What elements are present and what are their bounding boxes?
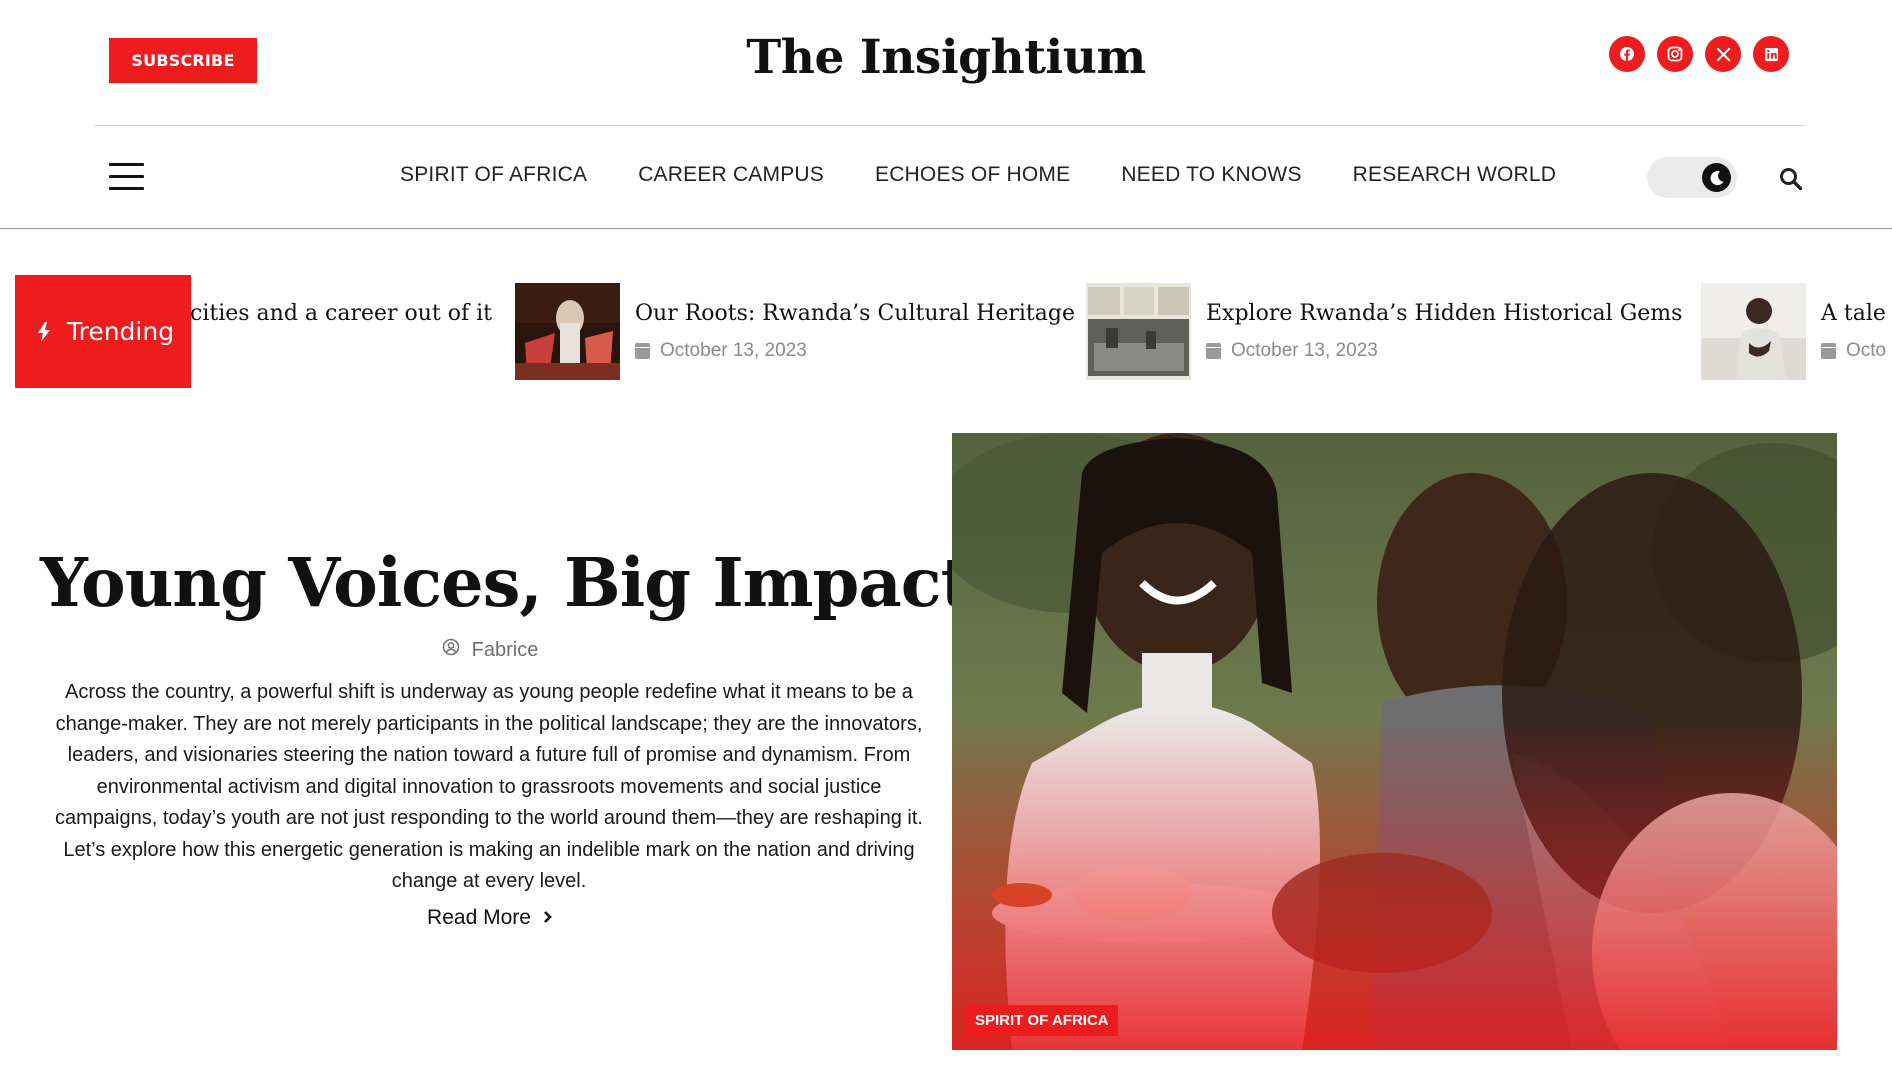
ticker-item-title[interactable]: cities and a career out of it (190, 301, 492, 326)
author-meta[interactable]: Fabrice (40, 638, 940, 662)
ticker-thumbnail[interactable] (1086, 283, 1191, 380)
header-divider (94, 125, 1805, 126)
dark-mode-toggle[interactable] (1647, 157, 1737, 198)
ticker-thumbnail[interactable] (1701, 283, 1806, 380)
nav-item-spirit-of-africa[interactable]: SPIRIT OF AFRICA (400, 163, 587, 187)
ticker-thumbnail[interactable] (515, 283, 620, 380)
linkedin-icon[interactable] (1753, 36, 1789, 72)
ticker-item-title[interactable]: Explore Rwanda’s Hidden Historical Gems (1206, 301, 1682, 326)
nav-item-echoes-of-home[interactable]: ECHOES OF HOME (875, 163, 1070, 187)
read-more-label: Read More (427, 906, 531, 929)
calendar-icon (1206, 343, 1221, 359)
trending-ticker: cities and a career out of it Our Roots:… (0, 280, 1892, 385)
ticker-item[interactable]: A tale Octo (1701, 283, 1886, 380)
ticker-item-date: October 13, 2023 (1206, 340, 1682, 362)
nav-divider (0, 228, 1892, 229)
ticker-item-date: October 13, 2023 (635, 340, 1075, 362)
calendar-icon (1821, 343, 1836, 359)
date-text: October 13, 2023 (1231, 340, 1378, 361)
hero-excerpt: Across the country, a powerful shift is … (55, 681, 923, 892)
hero-title[interactable]: Young Voices, Big Impact (40, 543, 972, 622)
bolt-icon (37, 321, 51, 343)
author-name[interactable]: Fabrice (472, 639, 539, 662)
nav-item-career-campus[interactable]: CAREER CAMPUS (638, 163, 824, 187)
moon-icon (1702, 163, 1731, 192)
nav-item-need-to-knows[interactable]: NEED TO KNOWS (1121, 163, 1301, 187)
social-links (1609, 36, 1789, 72)
trending-text: Trending (67, 317, 175, 346)
date-text: October 13, 2023 (660, 340, 807, 361)
date-text: Octo (1846, 340, 1887, 361)
ticker-item-title[interactable]: A tale (1821, 301, 1886, 326)
trending-label: Trending (15, 275, 191, 388)
ticker-item-title[interactable]: Our Roots: Rwanda’s Cultural Heritage (635, 301, 1075, 326)
search-icon[interactable] (1778, 166, 1804, 192)
ticker-item-date: Octo (1821, 340, 1886, 362)
read-more-link[interactable]: Read More (40, 906, 940, 930)
chevron-right-icon (543, 906, 553, 930)
x-icon[interactable] (1705, 36, 1741, 72)
ticker-item[interactable]: Our Roots: Rwanda’s Cultural Heritage Oc… (515, 283, 1075, 380)
ticker-item[interactable]: Explore Rwanda’s Hidden Historical Gems … (1086, 283, 1682, 380)
instagram-icon[interactable] (1657, 36, 1693, 72)
nav-item-research-world[interactable]: RESEARCH WORLD (1353, 163, 1557, 187)
hero-image[interactable]: SPIRIT OF AFRICA (952, 433, 1837, 1050)
menu-icon[interactable] (109, 163, 144, 191)
category-tag[interactable]: SPIRIT OF AFRICA (966, 1005, 1118, 1036)
facebook-icon[interactable] (1609, 36, 1645, 72)
main-nav: SPIRIT OF AFRICA CAREER CAMPUS ECHOES OF… (400, 163, 1556, 187)
user-icon (442, 638, 460, 662)
calendar-icon (635, 343, 650, 359)
